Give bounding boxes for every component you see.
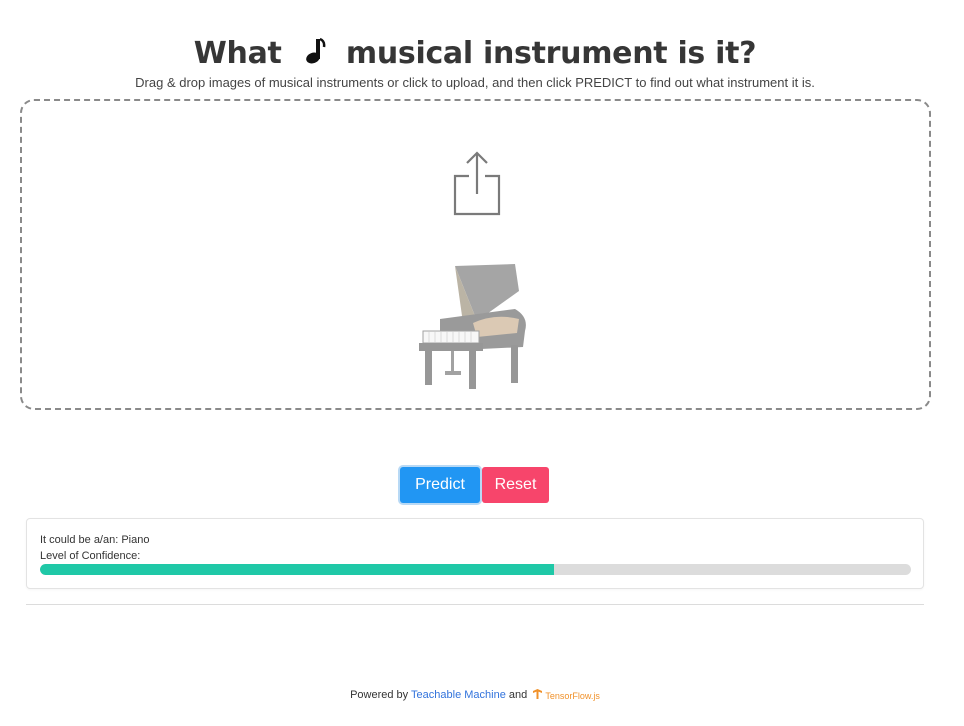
predict-button[interactable]: Predict: [400, 467, 480, 503]
divider: [26, 604, 924, 605]
teachable-machine-link[interactable]: Teachable Machine: [411, 689, 506, 701]
upload-share-icon: [453, 151, 501, 216]
footer-powered-by: Powered by: [350, 689, 409, 701]
prediction-text: It could be a/an: Piano: [40, 534, 150, 546]
prediction-result-card: It could be a/an: Piano Level of Confide…: [26, 518, 924, 589]
grand-piano-image: [419, 264, 526, 389]
title-text-end: musical instrument is it?: [345, 36, 757, 71]
page-subtitle: Drag & drop images of musical instrument…: [135, 75, 815, 90]
footer-and: and: [508, 689, 528, 701]
confidence-label: Level of Confidence:: [40, 550, 141, 562]
confidence-bar: [40, 564, 911, 575]
reset-button[interactable]: Reset: [482, 467, 549, 503]
image-dropzone[interactable]: [20, 99, 931, 410]
music-note-icon: [304, 37, 326, 73]
title-text-start: What: [193, 36, 282, 71]
footer: Powered by Teachable Machine and TensorF…: [0, 689, 950, 702]
tensorflow-logo[interactable]: TensorFlow.js: [533, 689, 600, 702]
confidence-bar-fill: [40, 564, 554, 575]
page-title: What musical instrument is it?: [0, 36, 950, 73]
tensorflow-logo-text: TensorFlow.js: [545, 691, 600, 701]
tensorflow-icon: [533, 689, 543, 699]
